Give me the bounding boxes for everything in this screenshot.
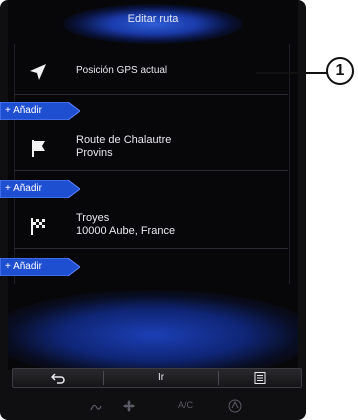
navigation-arrow-icon	[30, 64, 46, 80]
fan-icon[interactable]	[122, 399, 136, 413]
tablet-device: Editar ruta Posición GPS actual + Añadir…	[0, 0, 306, 420]
waypoint-row[interactable]: Route de Chalautre Provins	[14, 126, 288, 171]
back-arrow-icon	[50, 373, 65, 384]
destination-row[interactable]: Troyes 10000 Aube, France	[14, 204, 288, 249]
page-title: Editar ruta	[127, 13, 179, 25]
seat-heat-icon[interactable]	[88, 400, 104, 412]
menu-button[interactable]	[219, 369, 301, 387]
bottom-toolbar: Ir	[12, 368, 302, 388]
auto-climate-icon[interactable]	[228, 399, 242, 413]
start-label: Posición GPS actual	[76, 65, 168, 76]
bottom-glow	[8, 290, 298, 370]
route-start-row[interactable]: Posición GPS actual	[14, 50, 288, 95]
add-label: + Añadir	[5, 261, 42, 272]
checkered-flag-icon	[31, 218, 45, 235]
waypoint-line1: Route de Chalautre	[76, 134, 172, 146]
add-label: + Añadir	[5, 183, 42, 194]
back-button[interactable]	[13, 369, 103, 387]
waypoint-line2: Provins	[76, 147, 113, 159]
callout-line	[256, 72, 330, 74]
destination-line1: Troyes	[76, 212, 110, 224]
destination-line2: 10000 Aube, France	[76, 225, 176, 237]
add-label: + Añadir	[5, 105, 42, 116]
ac-label[interactable]: A/C	[178, 400, 193, 410]
flag-icon	[32, 140, 45, 157]
climate-strip: A/C	[60, 396, 260, 416]
add-waypoint-button-2[interactable]: + Añadir	[0, 180, 80, 198]
destination-text: Troyes 10000 Aube, France	[76, 212, 175, 238]
callout-number: 1	[326, 57, 354, 85]
waypoint-text: Route de Chalautre Provins	[76, 134, 171, 160]
list-menu-icon	[254, 372, 266, 384]
add-waypoint-button-1[interactable]: + Añadir	[0, 102, 80, 120]
add-waypoint-button-3[interactable]: + Añadir	[0, 258, 80, 276]
go-button[interactable]: Ir	[104, 369, 218, 387]
